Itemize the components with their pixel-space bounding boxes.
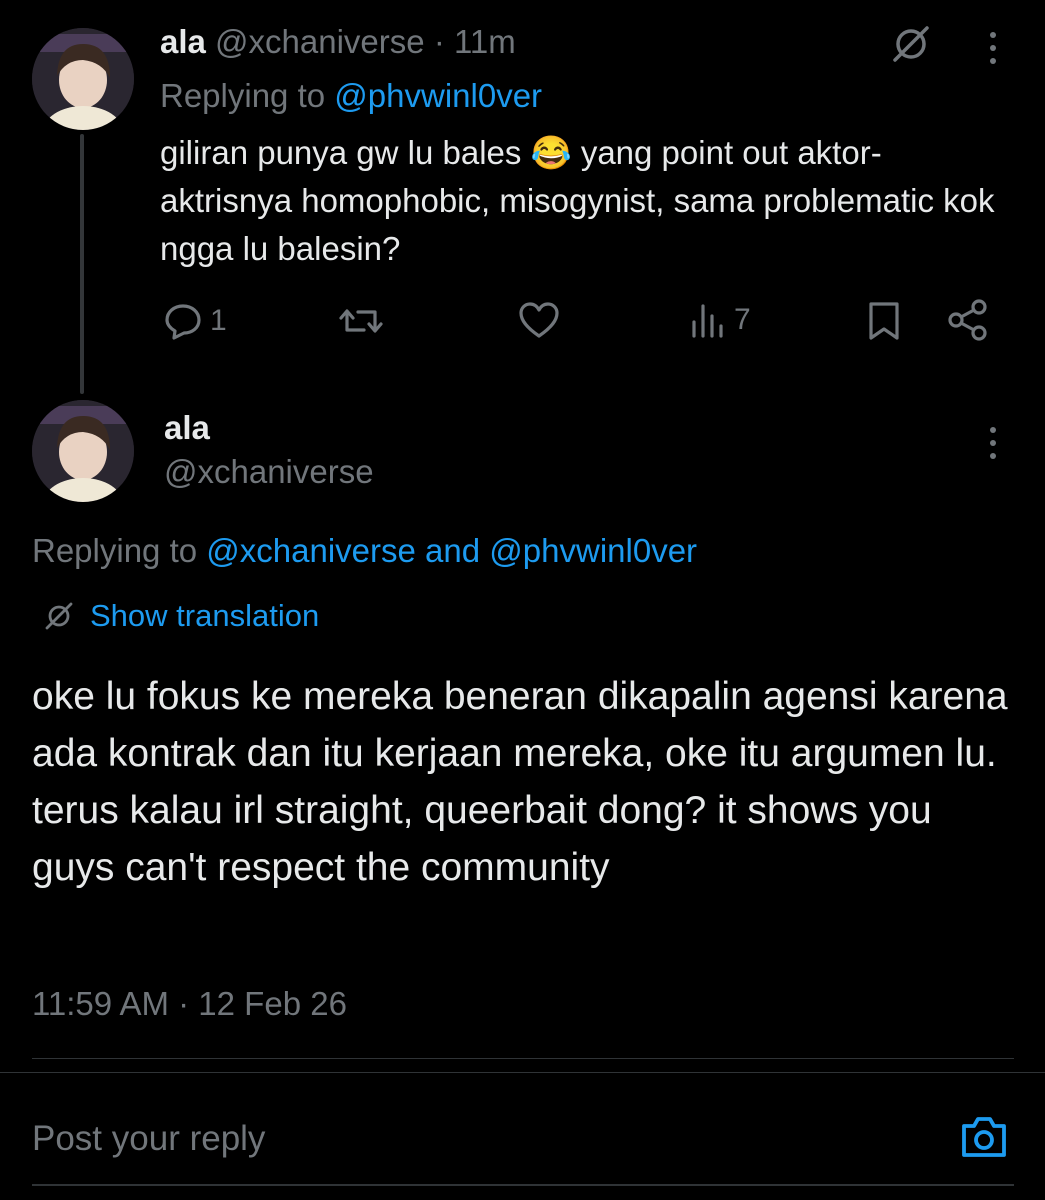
replying-to-link[interactable]: @phvwinl0ver [334, 77, 542, 114]
replying-prefix: Replying to [32, 532, 198, 569]
like-icon [519, 302, 559, 338]
thread-line [80, 134, 84, 394]
more-icon[interactable] [986, 427, 1000, 459]
replying-to: Replying to @phvwinl0ver [160, 76, 542, 116]
reply-icon [165, 304, 201, 340]
handle[interactable]: @xchaniverse [164, 452, 374, 492]
divider [32, 1058, 1014, 1059]
views-icon [692, 304, 723, 338]
more-icon[interactable] [986, 32, 1000, 64]
bookmark-icon [869, 302, 899, 340]
reply-count: 1 [210, 304, 227, 337]
like-button[interactable] [518, 301, 560, 341]
translate-icon [45, 602, 73, 630]
show-translation-label: Show translation [90, 598, 320, 633]
replying-to: Replying to @xchaniverse and @phvwinl0ve… [32, 531, 697, 571]
reply-input[interactable]: Post your reply [32, 1118, 265, 1160]
replying-and[interactable]: and [425, 532, 480, 569]
tweet2-text: oke lu fokus ke mereka beneran dikapalin… [32, 675, 1008, 889]
reply-button[interactable]: 1 [162, 300, 227, 342]
views-count: 7 [734, 303, 751, 336]
replying-prefix: Replying to [160, 77, 326, 114]
camera-icon[interactable] [958, 1112, 1010, 1167]
retweet-button[interactable] [338, 300, 384, 342]
replying-to-link-2[interactable]: @phvwinl0ver [489, 532, 697, 569]
translate-off-icon[interactable] [888, 20, 934, 71]
show-translation-button[interactable]: Show translation [44, 596, 319, 636]
bookmark-button[interactable] [866, 300, 902, 342]
retweet-icon [339, 309, 383, 333]
handle[interactable]: @xchaniverse [215, 23, 425, 60]
share-icon [948, 299, 987, 341]
avatar-tweet1[interactable] [32, 28, 134, 130]
replying-to-link-1[interactable]: @xchaniverse [206, 532, 416, 569]
tweet1-text-part1: giliran punya gw lu bales [160, 134, 522, 171]
display-name[interactable]: ala [164, 408, 210, 448]
tweet1-text: giliran punya gw lu bales 😂 yang point o… [160, 129, 1000, 273]
avatar-image [32, 28, 134, 130]
avatar-image [32, 400, 134, 502]
share-button[interactable] [946, 298, 990, 342]
divider [32, 1184, 1014, 1186]
timestamp[interactable]: 11:59 AM · 12 Feb 26 [32, 984, 347, 1024]
tweet1-header: ala @xchaniverse · 11m [160, 22, 516, 62]
display-name[interactable]: ala [160, 23, 206, 60]
views-button[interactable]: 7 [690, 300, 751, 340]
divider [0, 1072, 1045, 1073]
separator: · [433, 23, 445, 60]
time-ago[interactable]: 11m [454, 23, 516, 60]
avatar-tweet2[interactable] [32, 400, 134, 502]
emoji-laughing: 😂 [530, 134, 572, 171]
